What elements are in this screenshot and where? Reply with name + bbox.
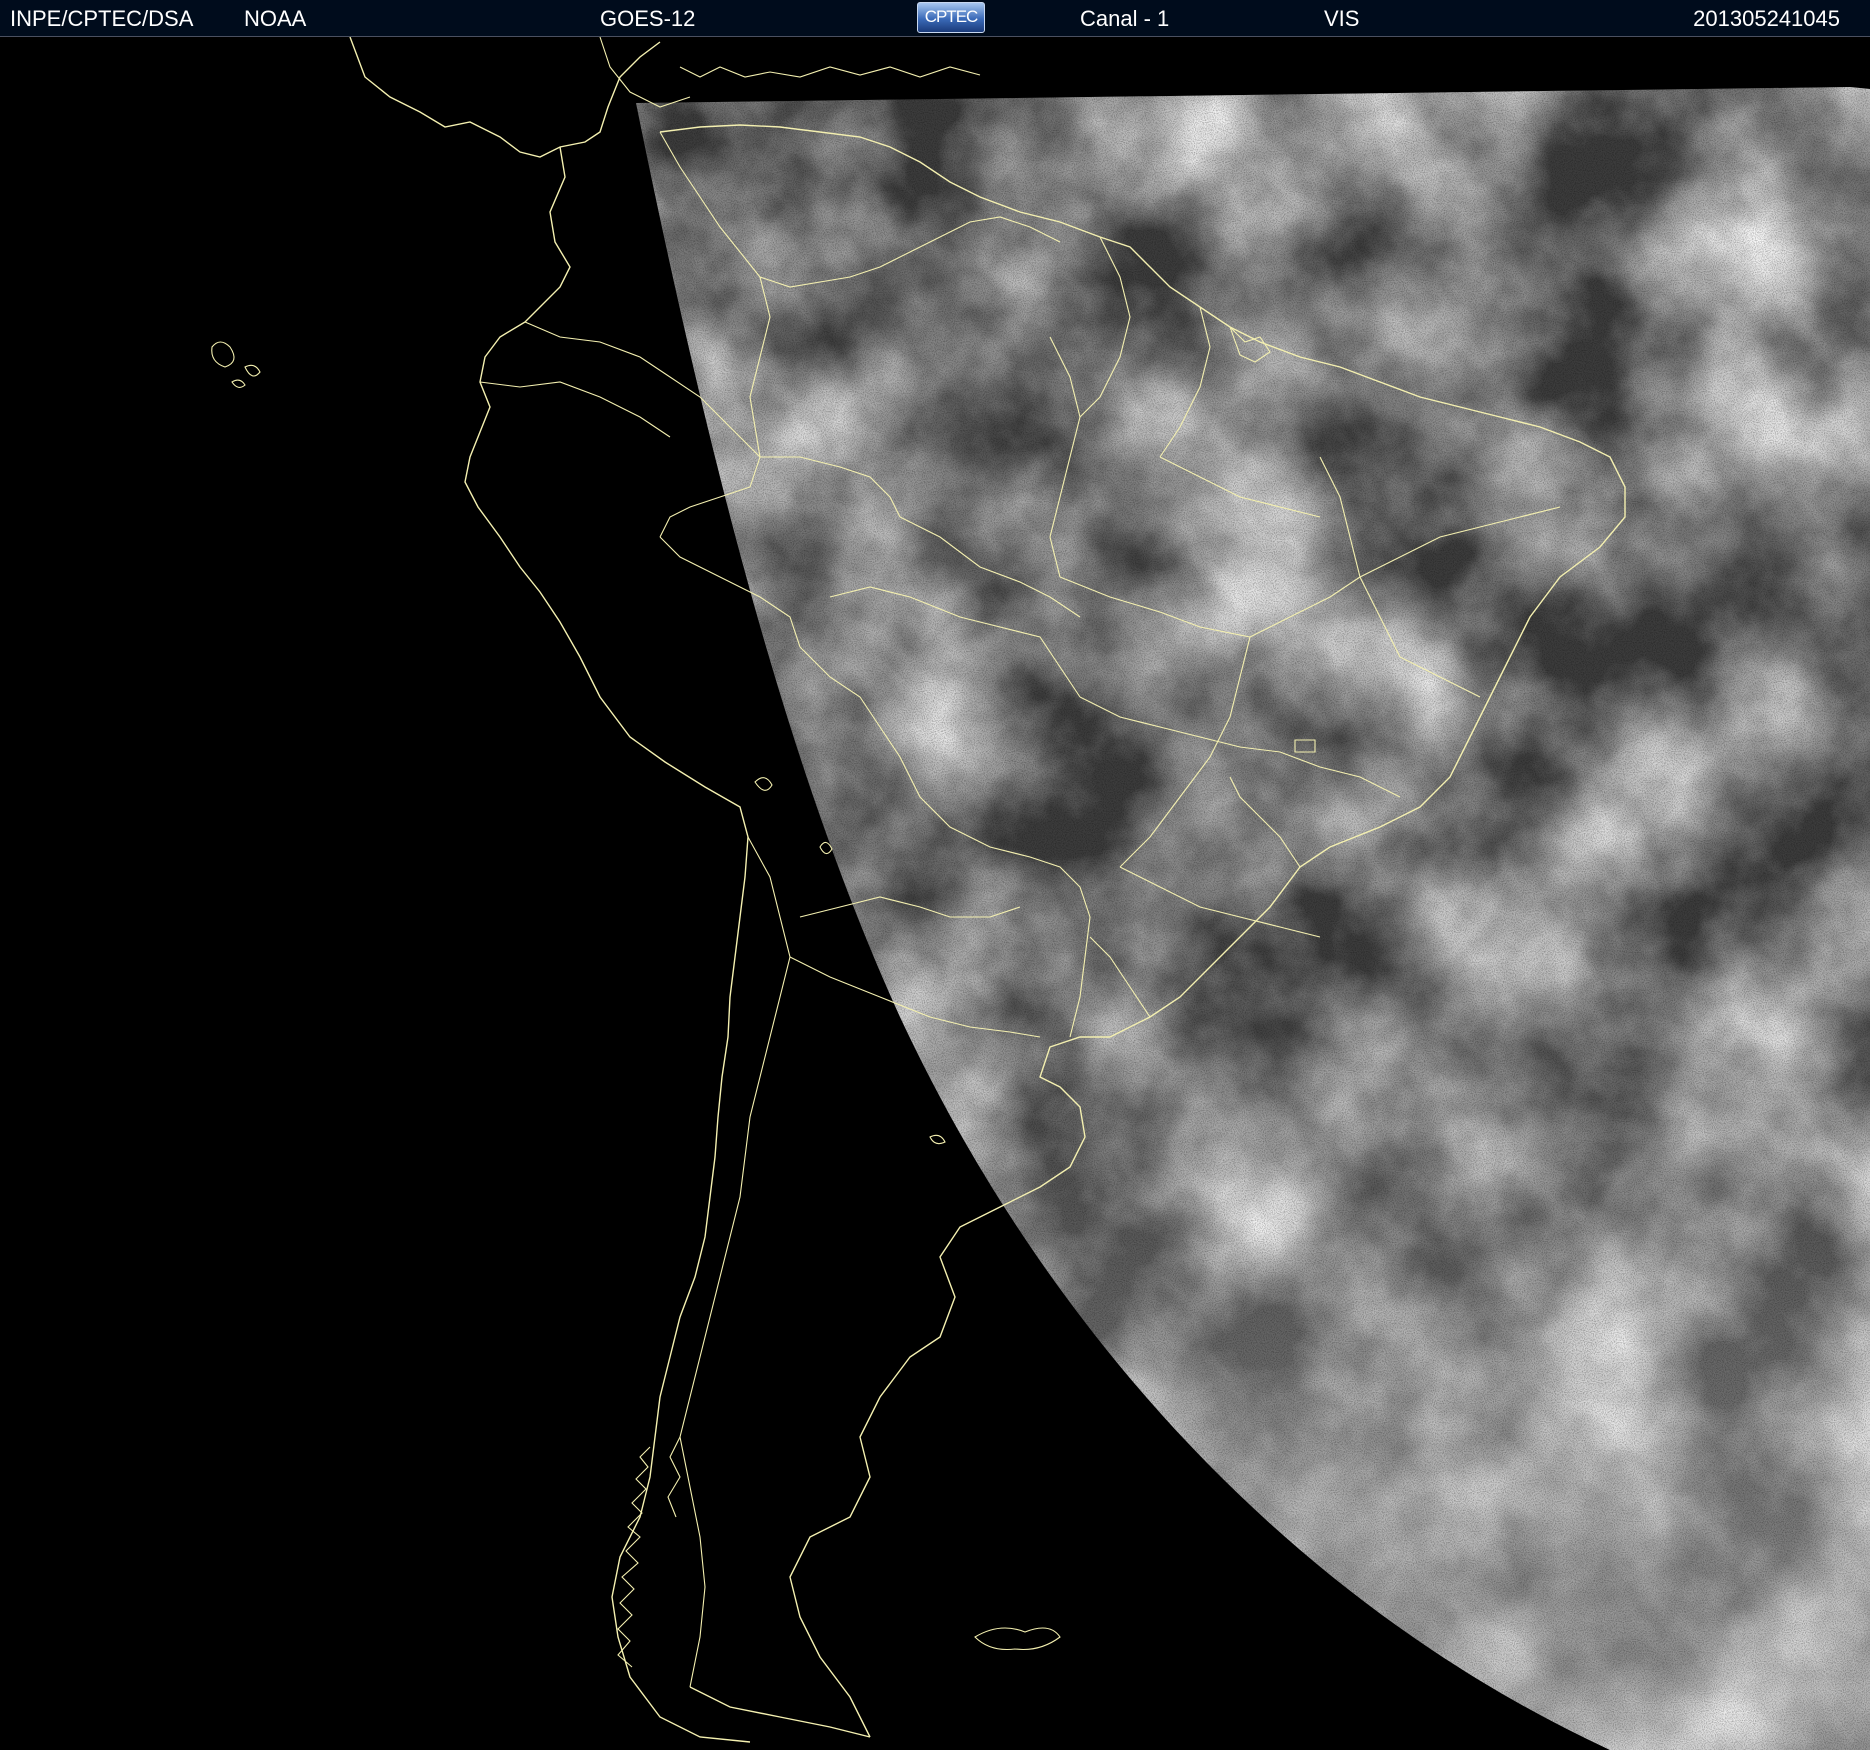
band-label: VIS — [1324, 6, 1360, 31]
timestamp-label: 201305241045 — [1693, 6, 1840, 31]
agency-label: NOAA — [244, 6, 307, 31]
daylight-region — [636, 87, 1870, 1750]
satellite-image — [0, 37, 1870, 1750]
organization-label: INPE/CPTEC/DSA — [10, 6, 194, 31]
channel-label: Canal - 1 — [1080, 6, 1170, 31]
satellite-viewer: INPE/CPTEC/DSA NOAA GOES-12 CPTEC Canal … — [0, 0, 1870, 1750]
satellite-label: GOES-12 — [600, 6, 696, 31]
cptec-logo: CPTEC — [917, 2, 985, 33]
satellite-image-svg — [211, 37, 1870, 1750]
image-header-bar: INPE/CPTEC/DSA NOAA GOES-12 CPTEC Canal … — [0, 0, 1870, 37]
cptec-logo-text: CPTEC — [924, 7, 979, 26]
